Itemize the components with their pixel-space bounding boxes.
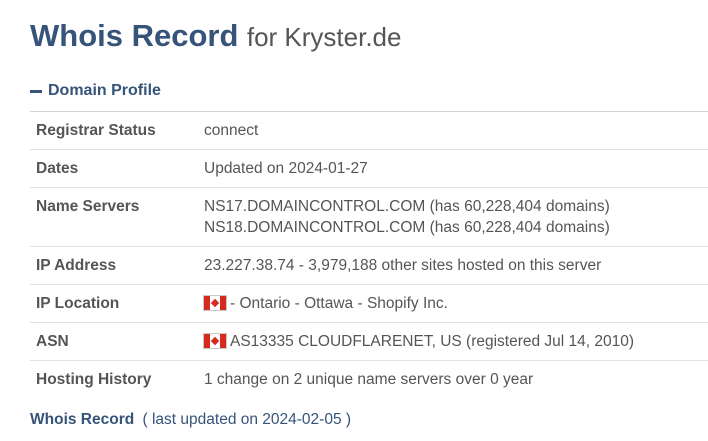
row-label-text: Hosting History bbox=[36, 371, 152, 388]
domain-profile-toggle[interactable]: Domain Profile bbox=[30, 82, 161, 100]
page-title-domain: for Kryster.de bbox=[246, 22, 402, 52]
row-label-text: ASN bbox=[36, 333, 69, 350]
ip-location-value: - Ontario - Ottawa - Shopify Inc. bbox=[204, 285, 708, 322]
last-updated-text: ( last updated on 2024-02-05 ) bbox=[142, 411, 352, 428]
ip-location-text: - Ontario - Ottawa - Shopify Inc. bbox=[230, 295, 448, 312]
row-label: Dates bbox=[30, 149, 204, 188]
page-title-main: Whois Record bbox=[30, 18, 239, 53]
row-label: ASN bbox=[30, 322, 204, 361]
row-label-text: Dates bbox=[36, 160, 79, 177]
row-label: Registrar Status bbox=[30, 112, 204, 150]
whois-record-link[interactable]: Whois Record bbox=[30, 411, 134, 428]
whois-record-footer: Whois Record ( last updated on 2024-02-0… bbox=[30, 411, 351, 429]
registrar-status-value: connect bbox=[204, 122, 259, 139]
table-row: Dates Updated on 2024-01-27 bbox=[30, 149, 708, 188]
whois-page: Whois Record for Kryster.de Domain Profi… bbox=[0, 0, 708, 441]
table-row: Registrar Status connect bbox=[30, 112, 708, 150]
row-value: Updated on 2024-01-27 bbox=[204, 149, 708, 188]
canada-flag-icon bbox=[204, 334, 226, 348]
page-title: Whois Record for Kryster.de bbox=[30, 18, 401, 54]
hosting-history-value[interactable]: 1 change on 2 unique name servers over 0… bbox=[204, 361, 708, 398]
row-label-text: Name Servers bbox=[36, 198, 140, 215]
collapse-minus-icon bbox=[30, 89, 42, 93]
domain-profile-table: Registrar Status connect Dates Updated o… bbox=[30, 112, 708, 398]
section-title: Domain Profile bbox=[48, 82, 161, 99]
name-servers-value: NS17.DOMAINCONTROL.COM (has 60,228,404 d… bbox=[204, 188, 708, 246]
dates-value: Updated on 2024-01-27 bbox=[204, 160, 368, 177]
canada-flag-icon bbox=[204, 296, 226, 310]
asn-text: AS13335 CLOUDFLARENET, US (registered Ju… bbox=[230, 333, 635, 350]
row-value: 1 change on 2 unique name servers over 0… bbox=[204, 361, 708, 399]
row-value: connect bbox=[204, 112, 708, 150]
table-row: Hosting History 1 change on 2 unique nam… bbox=[30, 361, 708, 399]
row-label-text: Registrar Status bbox=[36, 122, 156, 139]
table-row: IP Location - Ontario - Ottawa - Shopify… bbox=[30, 284, 708, 323]
table-row: IP Address 23.227.38.74 - 3,979,188 othe… bbox=[30, 246, 708, 285]
row-value: AS13335 CLOUDFLARENET, US (registered Ju… bbox=[204, 322, 708, 361]
row-label: IP Location bbox=[30, 284, 204, 323]
table-row: Name Servers NS17.DOMAINCONTROL.COM (has… bbox=[30, 187, 708, 247]
row-label: Hosting History bbox=[30, 361, 204, 399]
row-label: Name Servers bbox=[30, 187, 204, 247]
row-value: NS17.DOMAINCONTROL.COM (has 60,228,404 d… bbox=[204, 187, 708, 247]
name-server-2[interactable]: NS18.DOMAINCONTROL.COM (has 60,228,404 d… bbox=[204, 217, 708, 238]
row-value: - Ontario - Ottawa - Shopify Inc. bbox=[204, 284, 708, 323]
row-label: IP Address bbox=[30, 246, 204, 285]
row-label-text: IP Location bbox=[36, 295, 120, 312]
table-row: ASN AS13335 CLOUDFLARENET, US (registere… bbox=[30, 322, 708, 361]
row-label-text: IP Address bbox=[36, 257, 117, 274]
name-server-1[interactable]: NS17.DOMAINCONTROL.COM (has 60,228,404 d… bbox=[204, 196, 708, 217]
asn-value: AS13335 CLOUDFLARENET, US (registered Ju… bbox=[204, 323, 708, 360]
row-value: 23.227.38.74 - 3,979,188 other sites hos… bbox=[204, 246, 708, 285]
ip-address-value[interactable]: 23.227.38.74 - 3,979,188 other sites hos… bbox=[204, 247, 708, 284]
